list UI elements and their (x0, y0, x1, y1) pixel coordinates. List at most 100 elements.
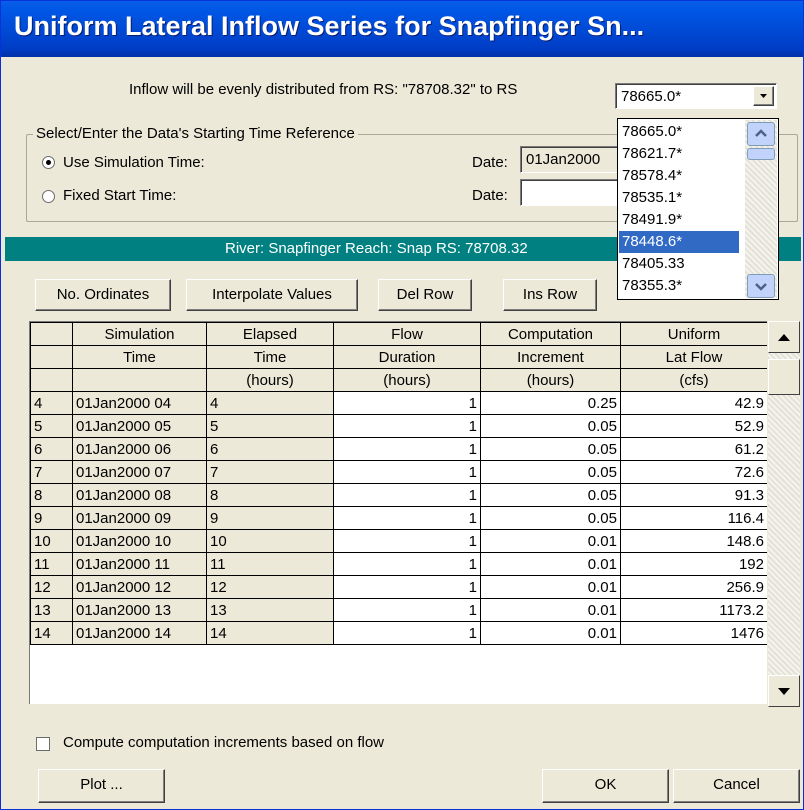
lateral-flow-cell[interactable]: 91.3 (620, 483, 767, 507)
simulation-time-cell: 01Jan2000 10 (72, 529, 207, 553)
simulation-time-cell: 01Jan2000 07 (72, 460, 207, 484)
date-label-sim: Date: (472, 154, 508, 171)
simulation-time-cell: 01Jan2000 08 (72, 483, 207, 507)
lateral-flow-cell[interactable]: 1476 (620, 621, 767, 645)
use-simulation-time-radio[interactable] (42, 156, 55, 169)
flow-duration-cell[interactable]: 1 (333, 552, 481, 576)
dropdown-scroll-up[interactable] (747, 122, 775, 146)
simulation-time-cell: 01Jan2000 06 (72, 437, 207, 461)
scroll-down-button[interactable] (768, 675, 800, 707)
column-header: Flow (333, 322, 481, 346)
flow-duration-cell[interactable]: 1 (333, 460, 481, 484)
computation-increment-cell[interactable]: 0.05 (480, 460, 621, 484)
lateral-flow-cell[interactable]: 148.6 (620, 529, 767, 553)
title-bar[interactable]: Uniform Lateral Inflow Series for Snapfi… (1, 1, 803, 57)
computation-increment-cell[interactable]: 0.05 (480, 506, 621, 530)
interpolate-values-button[interactable]: Interpolate Values (186, 279, 358, 311)
computation-increment-cell[interactable]: 0.01 (480, 529, 621, 553)
table-row: 14 01Jan2000 14 14 1 0.01 1476 (30, 621, 767, 645)
dropdown-option[interactable]: 78491.9* (619, 209, 739, 231)
flow-duration-cell[interactable]: 1 (333, 437, 481, 461)
simulation-date-value: 01Jan2000 (526, 151, 601, 168)
flow-duration-cell[interactable]: 1 (333, 621, 481, 645)
arrow-down-icon (778, 688, 790, 695)
column-header: Simulation (72, 322, 207, 346)
time-reference-label: Select/Enter the Data's Starting Time Re… (33, 125, 358, 142)
lateral-flow-cell[interactable]: 61.2 (620, 437, 767, 461)
lateral-flow-cell[interactable]: 116.4 (620, 506, 767, 530)
computation-increment-cell[interactable]: 0.01 (480, 598, 621, 622)
use-simulation-time-label: Use Simulation Time: (63, 154, 205, 171)
computation-increment-cell[interactable]: 0.05 (480, 437, 621, 461)
compute-increments-checkbox[interactable] (36, 737, 50, 751)
lateral-flow-cell[interactable]: 42.9 (620, 391, 767, 415)
computation-increment-cell[interactable]: 0.25 (480, 391, 621, 415)
no-ordinates-button[interactable]: No. Ordinates (35, 279, 171, 311)
dropdown-button[interactable] (753, 86, 774, 106)
simulation-time-cell: 01Jan2000 09 (72, 506, 207, 530)
dropdown-option[interactable]: 78355.3* (619, 275, 739, 297)
row-number: 14 (30, 621, 73, 645)
flow-duration-cell[interactable]: 1 (333, 529, 481, 553)
header-corner-cell (30, 345, 73, 369)
column-header: (cfs) (620, 368, 767, 392)
column-header: Time (206, 345, 334, 369)
data-table: Simulation Elapsed Flow Computation Uniform T… (29, 321, 767, 704)
scroll-thumb[interactable] (768, 359, 800, 395)
to-rs-select[interactable]: 78665.0* (615, 83, 777, 109)
column-header: Computation (480, 322, 621, 346)
scroll-up-button[interactable] (768, 321, 800, 353)
lateral-flow-cell[interactable]: 256.9 (620, 575, 767, 599)
del-row-button[interactable]: Del Row (378, 279, 472, 311)
flow-duration-cell[interactable]: 1 (333, 575, 481, 599)
flow-duration-cell[interactable]: 1 (333, 598, 481, 622)
simulation-time-cell: 01Jan2000 04 (72, 391, 207, 415)
table-scrollbar[interactable] (768, 321, 800, 707)
elapsed-time-cell: 8 (206, 483, 334, 507)
lateral-flow-cell[interactable]: 192 (620, 552, 767, 576)
dropdown-scroll-thumb[interactable] (747, 148, 775, 160)
simulation-date-field: 01Jan2000 (520, 146, 620, 173)
computation-increment-cell[interactable]: 0.05 (480, 414, 621, 438)
dropdown-option[interactable]: 78665.0* (619, 121, 739, 143)
flow-duration-cell[interactable]: 1 (333, 483, 481, 507)
fixed-date-input[interactable] (520, 179, 620, 206)
to-rs-dropdown-list[interactable]: 78665.0* 78621.7* 78578.4* 78535.1* 78491.9*… (617, 118, 779, 300)
flow-duration-cell[interactable]: 1 (333, 391, 481, 415)
ok-button[interactable]: OK (542, 769, 669, 803)
header-corner-cell (30, 322, 73, 346)
chevron-up-icon (755, 129, 767, 137)
column-header: Lat Flow (620, 345, 767, 369)
column-header: Uniform (620, 322, 767, 346)
cancel-button[interactable]: Cancel (673, 769, 800, 803)
inflow-text: Inflow will be evenly distributed from R… (129, 81, 518, 98)
flow-duration-cell[interactable]: 1 (333, 506, 481, 530)
dropdown-option[interactable]: 78578.4* (619, 165, 739, 187)
flow-duration-cell[interactable]: 1 (333, 414, 481, 438)
plot-button[interactable]: Plot ... (38, 769, 165, 803)
computation-increment-cell[interactable]: 0.01 (480, 552, 621, 576)
table-row: 4 01Jan2000 04 4 1 0.25 42.9 (30, 391, 767, 415)
simulation-time-cell: 01Jan2000 05 (72, 414, 207, 438)
fixed-start-time-radio[interactable] (42, 190, 55, 203)
table-row: 5 01Jan2000 05 5 1 0.05 52.9 (30, 414, 767, 438)
dropdown-option[interactable]: 78535.1* (619, 187, 739, 209)
computation-increment-cell[interactable]: 0.05 (480, 483, 621, 507)
chevron-down-icon (760, 94, 767, 98)
dropdown-option[interactable]: 78621.7* (619, 143, 739, 165)
lateral-flow-cell[interactable]: 72.6 (620, 460, 767, 484)
dialog-window: Uniform Lateral Inflow Series for Snapfi… (0, 0, 804, 810)
lateral-flow-cell[interactable]: 1173.2 (620, 598, 767, 622)
lateral-flow-cell[interactable]: 52.9 (620, 414, 767, 438)
table-row: 13 01Jan2000 13 13 1 0.01 1173.2 (30, 598, 767, 622)
column-header: Elapsed (206, 322, 334, 346)
dropdown-scrollbar[interactable] (745, 120, 777, 298)
computation-increment-cell[interactable]: 0.01 (480, 575, 621, 599)
row-number: 4 (30, 391, 73, 415)
dropdown-option[interactable]: 78448.6* (619, 231, 739, 253)
ins-row-button[interactable]: Ins Row (503, 279, 597, 311)
dropdown-option[interactable]: 78405.33 (619, 253, 739, 275)
computation-increment-cell[interactable]: 0.01 (480, 621, 621, 645)
row-number: 11 (30, 552, 73, 576)
dropdown-scroll-down[interactable] (747, 274, 775, 298)
